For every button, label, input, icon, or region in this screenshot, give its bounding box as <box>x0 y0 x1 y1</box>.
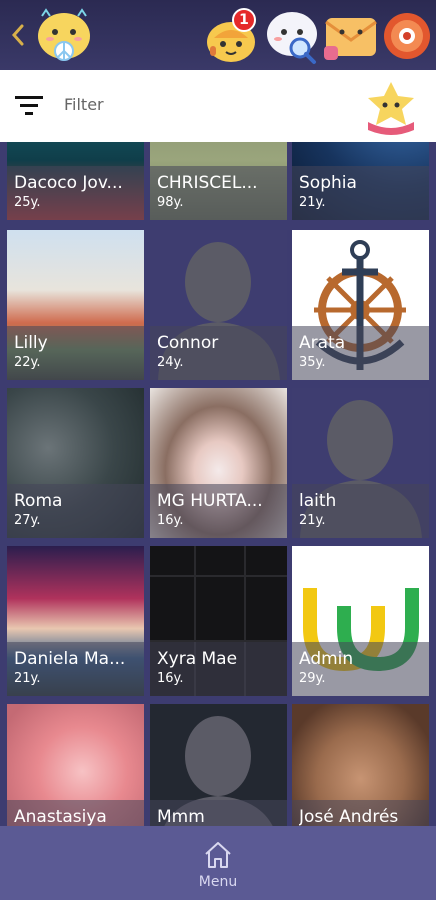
user-name: MG HURTA... <box>157 491 263 511</box>
user-card[interactable]: Connor 24y. <box>150 230 287 380</box>
user-caption: Admin 29y. <box>292 642 429 696</box>
user-card[interactable]: Daniela Ma... 21y. <box>7 546 144 696</box>
user-age: 27y. <box>14 513 41 528</box>
user-card[interactable]: Admin 29y. <box>292 546 429 696</box>
user-caption: Lilly 22y. <box>7 326 144 380</box>
user-name: Admin <box>299 649 354 669</box>
user-name: laith <box>299 491 337 511</box>
menu-label[interactable]: Menu <box>0 874 436 890</box>
user-caption: Roma 27y. <box>7 484 144 538</box>
user-age: 98y. <box>157 195 184 210</box>
search-mascot-button[interactable] <box>262 6 322 66</box>
user-caption: Dacoco Jov... 25y. <box>7 166 144 220</box>
user-card[interactable]: Arata 35y. <box>292 230 429 380</box>
user-name: Arata <box>299 333 346 353</box>
user-caption: CHRISCEL... 98y. <box>150 166 287 220</box>
user-name: Connor <box>157 333 219 353</box>
user-age: 21y. <box>299 195 326 210</box>
user-age: 29y. <box>299 671 326 686</box>
user-name: Xyra Mae <box>157 649 238 669</box>
user-card[interactable]: José Andrés <box>292 704 429 826</box>
user-card[interactable]: MG HURTA... 16y. <box>150 388 287 538</box>
notification-count-badge: 1 <box>232 8 256 32</box>
user-card[interactable]: Dacoco Jov... 25y. <box>7 142 144 220</box>
user-name: Sophia <box>299 173 357 193</box>
user-caption: José Andrés <box>292 800 429 826</box>
user-age: 25y. <box>14 195 41 210</box>
user-card[interactable]: Xyra Mae 16y. <box>150 546 287 696</box>
user-grid: Dacoco Jov... 25y. CHRISCEL... 98y. Soph… <box>0 142 436 826</box>
user-card[interactable]: Sophia 21y. <box>292 142 429 220</box>
user-name: Daniela Ma... <box>14 649 126 669</box>
user-age: 16y. <box>157 671 184 686</box>
filter-lines-icon[interactable] <box>15 94 45 118</box>
user-card[interactable]: Anastasiya <box>7 704 144 826</box>
user-caption: Connor 24y. <box>150 326 287 380</box>
user-card[interactable]: CHRISCEL... 98y. <box>150 142 287 220</box>
user-caption: Mmm <box>150 800 287 826</box>
profile-avatar-button[interactable] <box>383 12 431 60</box>
user-age: 24y. <box>157 355 184 370</box>
profile-avatar-icon <box>384 13 430 59</box>
user-name: Roma <box>14 491 63 511</box>
user-card[interactable]: Lilly 22y. <box>7 230 144 380</box>
user-card[interactable]: laith 21y. <box>292 388 429 538</box>
filter-label[interactable]: Filter <box>64 95 104 114</box>
user-name: Anastasiya <box>14 807 107 826</box>
home-icon[interactable] <box>203 840 233 870</box>
user-name: José Andrés <box>299 807 399 826</box>
user-age: 35y. <box>299 355 326 370</box>
user-caption: Xyra Mae 16y. <box>150 642 287 696</box>
user-name: Dacoco Jov... <box>14 173 123 193</box>
top-bar: 1 <box>0 0 436 70</box>
user-caption: Anastasiya <box>7 800 144 826</box>
user-age: 21y. <box>299 513 326 528</box>
user-name: Mmm <box>157 807 205 826</box>
user-card[interactable]: Mmm <box>150 704 287 826</box>
user-caption: Sophia 21y. <box>292 166 429 220</box>
user-age: 22y. <box>14 355 41 370</box>
star-mascot-icon <box>360 78 422 136</box>
chevron-left-icon <box>11 24 24 46</box>
peace-mascot-logo[interactable] <box>32 6 96 66</box>
user-age: 16y. <box>157 513 184 528</box>
user-age: 21y. <box>14 671 41 686</box>
back-button[interactable] <box>8 20 28 50</box>
search-icon <box>267 12 317 64</box>
user-name: Lilly <box>14 333 48 353</box>
user-name: CHRISCEL... <box>157 173 258 193</box>
user-caption: MG HURTA... 16y. <box>150 484 287 538</box>
mail-icon <box>324 18 377 60</box>
user-card[interactable]: Roma 27y. <box>7 388 144 538</box>
messages-mascot-button[interactable] <box>322 10 380 64</box>
bottom-nav: Menu <box>0 826 436 900</box>
user-caption: laith 21y. <box>292 484 429 538</box>
user-caption: Arata 35y. <box>292 326 429 380</box>
user-caption: Daniela Ma... 21y. <box>7 642 144 696</box>
